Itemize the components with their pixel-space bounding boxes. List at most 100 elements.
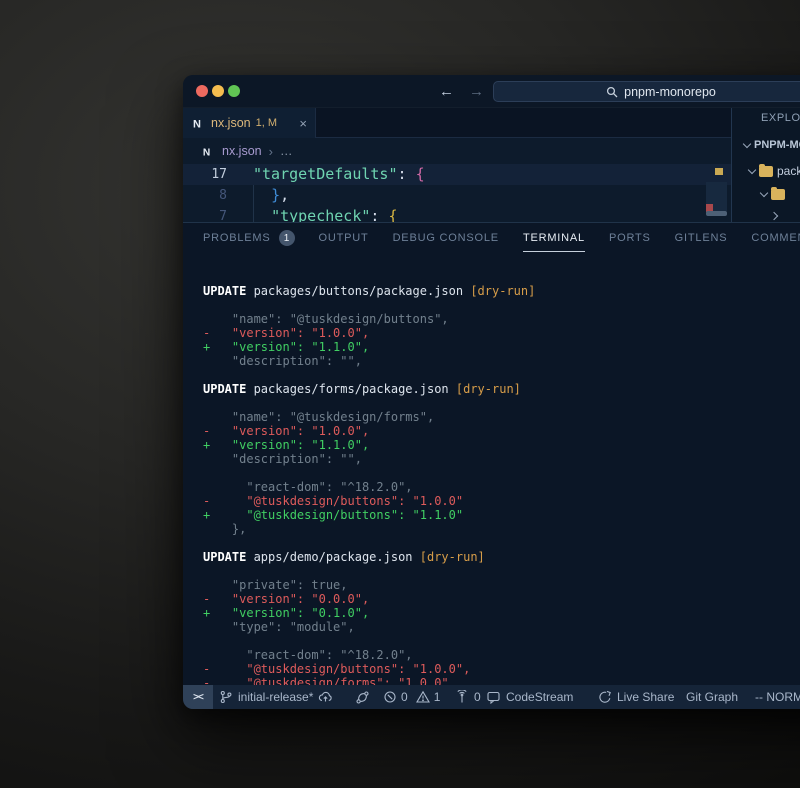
git-compare-item[interactable] [355, 685, 370, 709]
code-line[interactable]: 7 "typecheck": { [183, 206, 731, 222]
git-compare-icon [355, 690, 370, 705]
terminal-line [203, 466, 800, 480]
maximize-window-button[interactable] [228, 85, 240, 97]
terminal-line [203, 298, 800, 312]
error-icon [383, 690, 397, 704]
live-share-label: Live Share [617, 690, 674, 704]
panel-tab-comments[interactable]: COMMENTS [751, 224, 800, 252]
remote-icon: >< [193, 692, 203, 703]
indent-guide [253, 185, 254, 222]
tab-nx-json[interactable]: N nx.json 1, M × [183, 108, 316, 138]
terminal-line: "description": "", [203, 354, 800, 368]
git-graph-item[interactable]: Git Graph [686, 685, 738, 709]
breadcrumb-file[interactable]: nx.json [222, 144, 262, 158]
panel-tab-terminal[interactable]: TERMINAL [523, 224, 585, 252]
explorer-item-row[interactable] [771, 213, 777, 219]
breadcrumb: N nx.json › … [183, 138, 731, 164]
explorer-folder-row[interactable] [761, 189, 789, 200]
code-text: "targetDefaults": { [240, 164, 425, 185]
panel-tab-label: OUTPUT [319, 224, 369, 252]
code-line[interactable]: 17"targetDefaults": { [183, 164, 731, 185]
minimap[interactable] [706, 164, 727, 222]
terminal-line: + "version": "0.1.0", [203, 606, 800, 620]
problems-summary-item[interactable]: 0 1 [383, 685, 440, 709]
live-share-item[interactable]: Live Share [598, 685, 674, 709]
desktop-background: ← → pnpm-monorepo N nx.json 1, M × [0, 0, 800, 788]
broadcast-item[interactable]: 0 [455, 685, 481, 709]
chevron-down-icon [743, 139, 751, 147]
panel-tab-label: GITLENS [675, 224, 728, 252]
panel-tab-label: COMMENTS [751, 224, 800, 252]
search-icon [606, 86, 618, 98]
editor-area[interactable]: N nx.json › … 17"targetDefaults": {8 },7… [183, 138, 731, 222]
code-text: }, [240, 185, 289, 206]
explorer-folder-row[interactable]: packages [749, 164, 800, 178]
navigate-forward-button[interactable]: → [469, 75, 484, 108]
workspace-root-label: PNPM-MONOREPO [754, 139, 800, 151]
nx-file-icon: N [202, 145, 215, 158]
warning-count: 1 [434, 690, 441, 704]
terminal-line: - "version": "1.0.0", [203, 326, 800, 340]
tab-close-icon[interactable]: × [299, 117, 307, 130]
search-value: pnpm-monorepo [624, 85, 716, 99]
git-graph-label: Git Graph [686, 690, 738, 704]
vim-mode-item: -- NORMAL -- [755, 685, 800, 709]
horizontal-scrollbar[interactable] [706, 211, 727, 216]
branch-name: initial-release* [238, 690, 313, 704]
terminal-line: - "version": "0.0.0", [203, 592, 800, 606]
codestream-item[interactable]: CodeStream [486, 685, 573, 709]
codestream-label: CodeStream [506, 690, 573, 704]
bottom-panel: PROBLEMS1 OUTPUT DEBUG CONSOLE TERMINAL PORT… [183, 222, 800, 685]
code-lines[interactable]: 17"targetDefaults": {8 },7 "typecheck": … [183, 164, 731, 222]
terminal-line: "react-dom": "^18.2.0", [203, 480, 800, 494]
terminal-line: + "version": "1.1.0", [203, 438, 800, 452]
explorer-sidebar: EXPLORER PNPM-MONOREPO packages [731, 108, 800, 222]
tab-label: nx.json [211, 116, 251, 130]
git-branch-item[interactable]: initial-release* [219, 685, 333, 709]
panel-tab-gitlens[interactable]: GITLENS [675, 224, 728, 252]
terminal-line: + "@tuskdesign/buttons": "1.1.0" [203, 508, 800, 522]
panel-tab-output[interactable]: OUTPUT [319, 224, 369, 252]
terminal-line [203, 368, 800, 382]
terminal-output[interactable]: UPDATE packages/buttons/package.json [dr… [183, 253, 800, 685]
broadcast-tower-icon [455, 690, 469, 704]
code-line[interactable]: 8 }, [183, 185, 731, 206]
panel-tab-problems[interactable]: PROBLEMS1 [203, 224, 295, 252]
navigate-back-button[interactable]: ← [439, 75, 454, 108]
terminal-line: "type": "module", [203, 620, 800, 634]
live-share-icon [598, 690, 612, 704]
line-number: 8 [183, 185, 240, 206]
terminal-line: "name": "@tuskdesign/buttons", [203, 312, 800, 326]
nx-file-icon: N [192, 116, 206, 130]
warning-icon [416, 690, 430, 704]
terminal-line [203, 536, 800, 550]
terminal-line: "name": "@tuskdesign/forms", [203, 410, 800, 424]
titlebar: ← → pnpm-monorepo [183, 75, 800, 108]
terminal-line: - "@tuskdesign/buttons": "1.0.0", [203, 662, 800, 676]
terminal-line: - "@tuskdesign/buttons": "1.0.0" [203, 494, 800, 508]
breadcrumb-separator: › [269, 144, 273, 159]
remote-indicator[interactable]: >< [183, 685, 213, 709]
explorer-root-row[interactable]: PNPM-MONOREPO [744, 139, 800, 151]
terminal-line: }, [203, 522, 800, 536]
panel-tab-label: PORTS [609, 224, 651, 252]
breadcrumb-more[interactable]: … [280, 144, 293, 158]
svg-text:N: N [193, 119, 201, 131]
svg-text:N: N [203, 147, 210, 157]
close-window-button[interactable] [196, 85, 208, 97]
chevron-right-icon [770, 212, 778, 220]
panel-tab-label: DEBUG CONSOLE [393, 224, 499, 252]
minimize-window-button[interactable] [212, 85, 224, 97]
panel-tab-ports[interactable]: PORTS [609, 224, 651, 252]
vscode-window: ← → pnpm-monorepo N nx.json 1, M × [183, 75, 800, 709]
command-center-search[interactable]: pnpm-monorepo [493, 81, 800, 102]
panel-tab-debug-console[interactable]: DEBUG CONSOLE [393, 224, 499, 252]
panel-tab-label: PROBLEMS [203, 224, 271, 252]
codestream-icon [486, 690, 501, 704]
terminal-line: "description": "", [203, 452, 800, 466]
terminal-line: + "version": "1.1.0", [203, 340, 800, 354]
cloud-upload-icon [318, 690, 333, 704]
folder-label: packages [777, 164, 800, 178]
folder-icon [771, 189, 785, 200]
minimap-modified-marker [715, 168, 723, 175]
